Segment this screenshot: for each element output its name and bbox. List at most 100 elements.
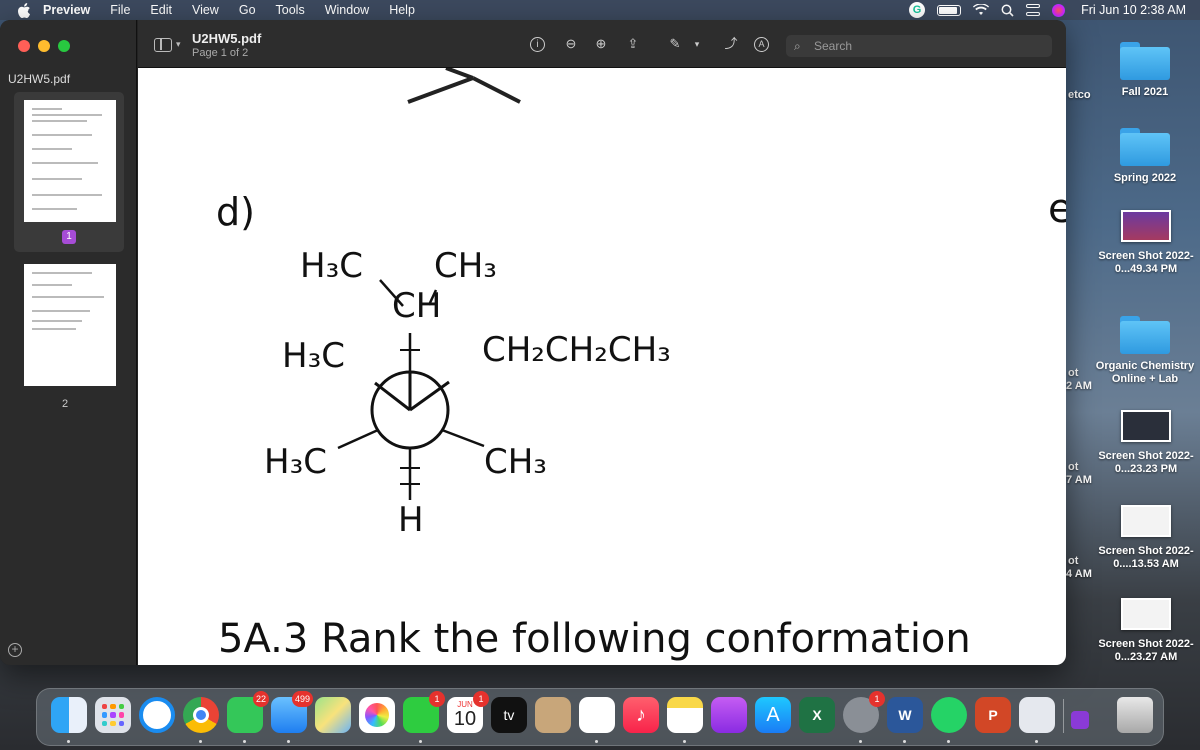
menu-file[interactable]: File xyxy=(110,3,130,17)
close-button[interactable] xyxy=(18,40,30,52)
music-icon[interactable]: ♪ xyxy=(623,697,659,733)
group-front-carbon: CH xyxy=(392,286,442,326)
notes-icon[interactable] xyxy=(667,697,703,733)
rotate-icon[interactable]: ⤴ xyxy=(722,35,740,53)
apple-icon[interactable] xyxy=(17,2,31,18)
running-indicator xyxy=(67,740,70,743)
running-indicator xyxy=(287,740,290,743)
running-indicator xyxy=(243,740,246,743)
launchpad-icon[interactable] xyxy=(95,697,131,733)
running-indicator xyxy=(419,740,422,743)
zoom-out-icon[interactable]: ⊖ xyxy=(562,35,580,53)
contacts-icon[interactable] xyxy=(535,697,571,733)
desktop-icon-label: Organic Chemistry Online + Lab xyxy=(1095,360,1195,385)
facetime-icon[interactable]: 1 xyxy=(403,691,445,733)
apple-tv-icon[interactable]: tv xyxy=(491,697,527,733)
running-indicator xyxy=(947,740,950,743)
mail-icon[interactable]: 499 xyxy=(271,691,313,733)
messages-icon[interactable]: 22 xyxy=(227,691,269,733)
desktop-folder-spring-2022[interactable]: Spring 2022 xyxy=(1095,128,1195,185)
tv-label: tv xyxy=(503,707,515,723)
sidebar-document-title: U2HW5.pdf xyxy=(8,72,71,86)
wifi-icon[interactable] xyxy=(973,4,990,16)
page-number-badge: 1 xyxy=(62,230,76,244)
markup-icon[interactable]: ✎ xyxy=(666,35,684,53)
desktop-partial-label: ot xyxy=(1068,461,1079,473)
desktop-folder-organic-chemistry[interactable]: Organic Chemistry Online + Lab xyxy=(1092,316,1198,386)
downloads-stack-icon[interactable] xyxy=(1071,711,1089,729)
running-indicator xyxy=(859,740,862,743)
battery-icon[interactable] xyxy=(937,4,962,16)
mail-badge: 499 xyxy=(291,691,313,707)
page-thumbnail-2[interactable] xyxy=(24,264,116,386)
search-placeholder: Search xyxy=(814,39,853,53)
share-icon[interactable]: ⇪ xyxy=(624,35,642,53)
app-store-icon[interactable]: A xyxy=(755,697,791,733)
facetime-badge: 1 xyxy=(429,691,445,707)
minimize-button[interactable] xyxy=(38,40,50,52)
pdf-page: d) H₃C CH₃ CH H₃C CH₂CH₂CH₃ H₃C CH₃ H e … xyxy=(138,68,1066,665)
preview-icon[interactable] xyxy=(1019,697,1055,733)
page-thumbnail-1[interactable] xyxy=(24,100,116,222)
desktop-screenshot-2[interactable]: Screen Shot 2022-0...23.23 PM xyxy=(1090,410,1200,476)
word-icon[interactable]: W xyxy=(887,697,923,733)
control-center-icon[interactable] xyxy=(1026,4,1041,16)
menu-window[interactable]: Window xyxy=(325,3,369,17)
group-low-left: H₃C xyxy=(264,442,327,482)
screenshot-thumbnail-icon xyxy=(1121,410,1171,442)
chrome-icon[interactable] xyxy=(183,697,219,733)
maps-icon[interactable] xyxy=(315,697,351,733)
zoom-button[interactable] xyxy=(58,40,70,52)
menu-tools[interactable]: Tools xyxy=(276,3,305,17)
podcasts-icon[interactable] xyxy=(711,697,747,733)
system-preferences-badge: 1 xyxy=(869,691,885,707)
document-title: U2HW5.pdf xyxy=(192,31,262,46)
folder-icon xyxy=(1120,128,1170,166)
running-indicator xyxy=(1035,740,1038,743)
menu-go[interactable]: Go xyxy=(239,3,256,17)
desktop-icon-label: Screen Shot 2022-0...23.23 PM xyxy=(1098,450,1194,475)
safari-icon[interactable] xyxy=(139,697,175,733)
calendar-day: 10 xyxy=(453,708,477,730)
desktop-icon-label: Screen Shot 2022-0....13.53 AM xyxy=(1098,545,1194,570)
search-input[interactable]: ⌕ Search xyxy=(786,35,1052,57)
dock: 22 499 1 JUN 10 1 tv ♪ A X 1 W P xyxy=(36,688,1164,746)
desktop-partial-label: etco xyxy=(1068,89,1091,101)
desktop-screenshot-1[interactable]: Screen Shot 2022-0...49.34 PM xyxy=(1090,210,1200,276)
menu-app-name[interactable]: Preview xyxy=(43,3,90,17)
menu-help[interactable]: Help xyxy=(389,3,415,17)
annotate-icon[interactable]: A xyxy=(754,37,769,52)
desktop-icon-label: Fall 2021 xyxy=(1121,86,1169,98)
info-icon[interactable]: i xyxy=(530,37,545,52)
group-mid-right: CH₂CH₂CH₃ xyxy=(482,330,671,370)
messages-badge: 22 xyxy=(252,691,269,707)
menu-edit[interactable]: Edit xyxy=(150,3,172,17)
trash-icon[interactable] xyxy=(1117,697,1153,733)
whatsapp-icon[interactable] xyxy=(931,697,967,733)
menu-view[interactable]: View xyxy=(192,3,219,17)
powerpoint-icon[interactable]: P xyxy=(975,697,1011,733)
zoom-in-icon[interactable]: ⊕ xyxy=(592,35,610,53)
search-icon[interactable] xyxy=(1001,4,1014,17)
menu-clock[interactable]: Fri Jun 10 2:38 AM xyxy=(1081,3,1186,17)
part-label: d) xyxy=(216,190,255,234)
running-indicator xyxy=(595,740,598,743)
desktop-screenshot-4[interactable]: Screen Shot 2022-0...23.27 AM xyxy=(1090,598,1200,664)
chevron-down-icon[interactable]: ▾ xyxy=(176,39,181,50)
excel-icon[interactable]: X xyxy=(799,697,835,733)
desktop-folder-fall-2021[interactable]: Fall 2021 xyxy=(1095,42,1195,99)
calendar-icon[interactable]: JUN 10 1 xyxy=(447,691,489,733)
desktop-screenshot-3[interactable]: Screen Shot 2022-0....13.53 AM xyxy=(1090,505,1200,571)
chevron-down-icon[interactable]: ▾ xyxy=(688,35,706,53)
reminders-icon[interactable] xyxy=(579,697,615,733)
finder-icon[interactable] xyxy=(51,697,87,733)
add-icon[interactable]: + xyxy=(8,643,22,657)
desktop-partial-label: ot xyxy=(1068,555,1079,567)
siri-icon[interactable] xyxy=(1052,3,1066,17)
group-low-right: CH₃ xyxy=(484,442,547,482)
sidebar-toggle-icon[interactable] xyxy=(154,38,172,52)
grammarly-icon[interactable]: G xyxy=(909,2,926,18)
system-preferences-icon[interactable]: 1 xyxy=(843,691,885,733)
photos-icon[interactable] xyxy=(359,697,395,733)
group-bottom: H xyxy=(398,500,424,540)
